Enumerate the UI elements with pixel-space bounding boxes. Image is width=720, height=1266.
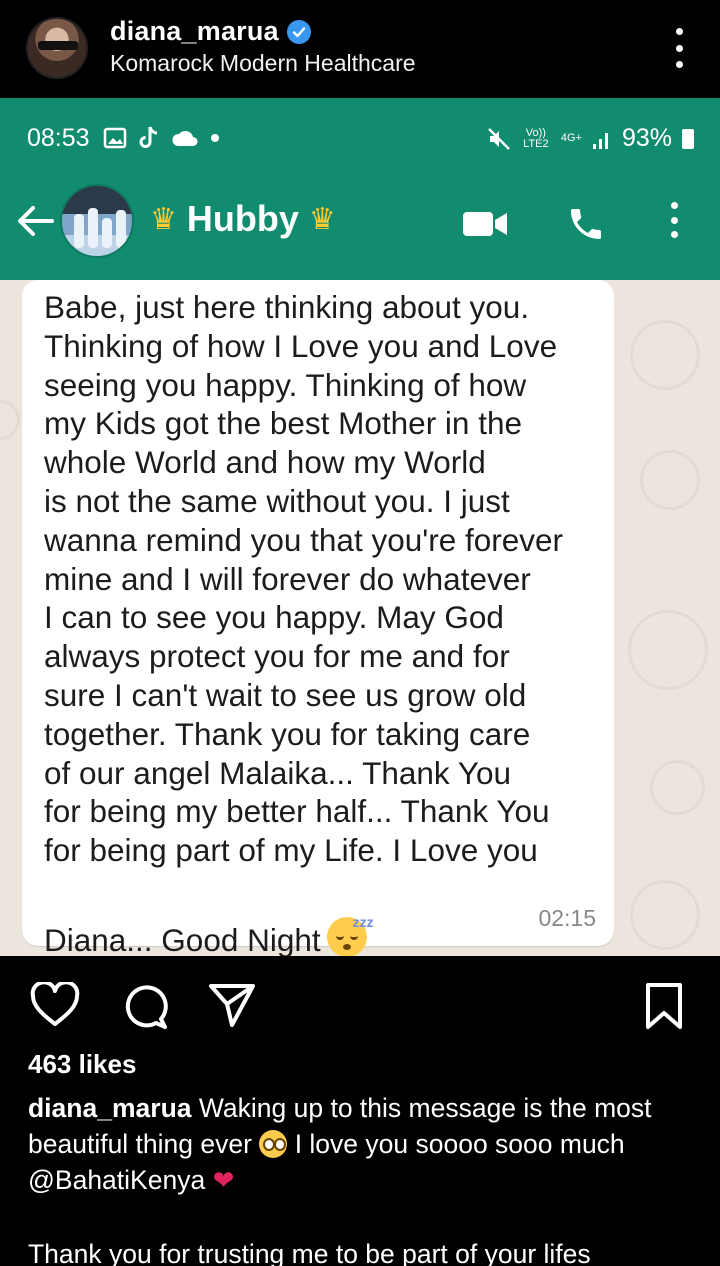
signal-icon: [592, 132, 608, 149]
phone-status-bar: 08:53 Vo)) LTE2 4G+ 93%: [0, 98, 720, 178]
chat-menu-icon[interactable]: [670, 202, 678, 238]
volte-indicator: Vo)) LTE2: [523, 126, 549, 150]
crown-icon: ♛: [150, 202, 177, 236]
comment-icon[interactable]: [120, 982, 168, 1030]
voice-call-icon[interactable]: [566, 204, 606, 244]
message-last-line-text: Diana... Good Night: [44, 921, 321, 956]
caption-continuation: Thank you for trusting me to be part of …: [28, 1239, 591, 1266]
more-options-icon[interactable]: [676, 28, 684, 68]
avatar[interactable]: [26, 17, 88, 79]
message-bubble[interactable]: Babe, just here thinking about you. Thin…: [22, 280, 614, 956]
chat-header: ♛ Hubby ♛: [0, 178, 720, 280]
status-right: Vo)) LTE2 4G+ 93%: [487, 124, 694, 153]
notification-icons: [103, 125, 221, 151]
tiktok-icon: [139, 126, 158, 148]
username-row[interactable]: diana_marua: [110, 16, 311, 47]
whatsapp-screenshot: 08:53 Vo)) LTE2 4G+ 93% ♛ Hubby ♛ Babe, …: [0, 98, 720, 956]
back-arrow-icon[interactable]: [16, 204, 54, 238]
message-text: Babe, just here thinking about you. Thin…: [44, 289, 564, 869]
cloud-icon: [172, 130, 198, 146]
chat-area: Babe, just here thinking about you. Thin…: [0, 280, 720, 956]
bookmark-icon[interactable]: [644, 982, 684, 1030]
network-type: 4G+: [560, 132, 582, 144]
contact-avatar[interactable]: [60, 184, 134, 258]
mute-icon: [487, 127, 510, 150]
contact-name-row[interactable]: ♛ Hubby ♛: [150, 198, 336, 240]
like-heart-icon[interactable]: [30, 982, 80, 1028]
dot-icon: [211, 134, 219, 142]
like-count[interactable]: 463 likes: [28, 1049, 136, 1080]
red-heart-emoji: ❤: [212, 1165, 235, 1195]
message-last-line: Diana... Good Night zzz: [44, 878, 594, 956]
battery-percent: 93%: [621, 124, 672, 152]
ig-post-header: diana_marua Komarock Modern Healthcare: [0, 0, 720, 98]
battery-icon: [682, 128, 694, 149]
caption-text-2: I love you soooo sooo much: [294, 1129, 625, 1159]
message-timestamp: 02:15: [538, 905, 596, 931]
verified-badge-icon: [286, 19, 311, 44]
username[interactable]: diana_marua: [110, 16, 279, 47]
caption-username[interactable]: diana_marua: [28, 1093, 192, 1123]
caption-mention[interactable]: @BahatiKenya: [28, 1165, 205, 1195]
post-actions: [0, 956, 720, 1046]
sleeping-face-emoji: zzz: [326, 914, 374, 956]
crown-icon: ♛: [308, 202, 336, 236]
share-send-icon[interactable]: [208, 982, 256, 1028]
post-location[interactable]: Komarock Modern Healthcare: [110, 50, 416, 77]
post-caption: diana_marua Waking up to this message is…: [28, 1090, 698, 1198]
video-call-icon[interactable]: [462, 210, 508, 238]
status-time: 08:53: [27, 124, 90, 152]
pleading-face-emoji: [259, 1130, 288, 1158]
gallery-icon: [103, 127, 127, 149]
contact-name[interactable]: Hubby: [187, 198, 299, 240]
